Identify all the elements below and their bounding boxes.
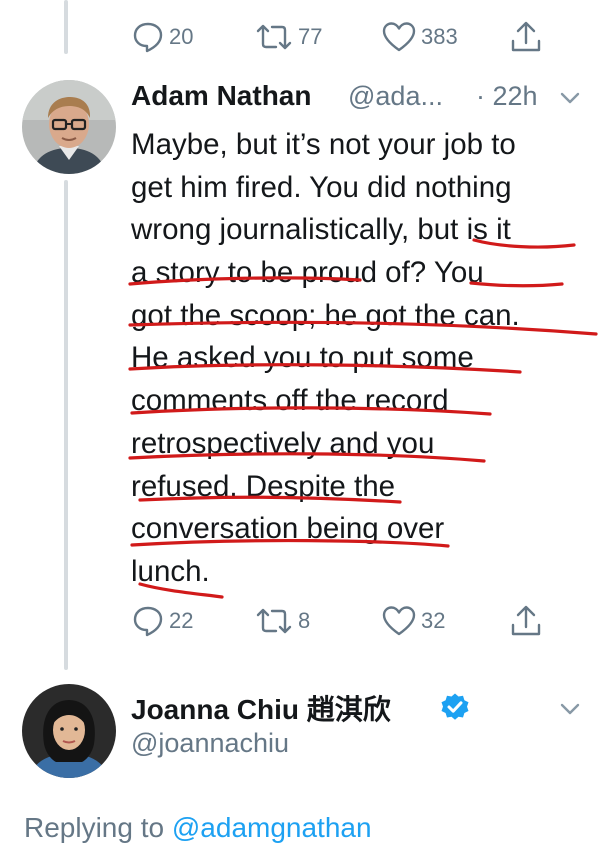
avatar-adam-nathan-image [22, 80, 116, 174]
previous-tweet-actions: 20 77 383 [131, 17, 561, 57]
share-button[interactable] [509, 601, 543, 641]
chevron-down-icon [560, 703, 580, 715]
tweet-menu-button[interactable] [558, 86, 582, 110]
reply-button[interactable]: 22 [131, 601, 193, 641]
replying-to-mention-link[interactable]: @adamgnathan [172, 812, 372, 843]
author-handle[interactable]: @joannachiu [131, 728, 289, 759]
heart-icon [382, 22, 416, 52]
tweet-text-line: lunch. [131, 554, 210, 588]
avatar[interactable] [22, 80, 116, 174]
tweet-menu-button[interactable] [558, 697, 582, 721]
tweet-text-line: got the scoop; he got the can. [131, 298, 520, 332]
reply-count: 20 [169, 24, 194, 49]
tweet-text-line: retrospectively and you [131, 426, 435, 460]
thread-line-top [64, 0, 68, 54]
reply-tweet-actions: 22 8 32 [131, 601, 561, 641]
verified-badge [440, 692, 470, 722]
retweet-count: 77 [298, 24, 323, 49]
tweet-text-line: a story to be proud of? You [131, 256, 484, 290]
retweet-button[interactable]: 77 [254, 17, 322, 57]
tweet-text-line: He asked you to put some [131, 341, 474, 375]
share-icon [511, 21, 541, 52]
reply-icon [133, 22, 163, 53]
tweet-text-line: conversation being over [131, 512, 445, 546]
retweet-icon [256, 608, 292, 634]
author-name[interactable]: Adam Nathan [131, 80, 311, 112]
like-count: 383 [421, 24, 458, 49]
thread-line-middle [64, 180, 68, 670]
like-count: 32 [421, 608, 446, 633]
heart-icon [382, 606, 416, 636]
tweet-text-line: Maybe, but it’s not your job to [131, 128, 516, 161]
retweet-icon [256, 24, 292, 50]
tweet-text-line: comments off the record [131, 384, 449, 418]
reply-button[interactable]: 20 [131, 17, 193, 57]
chevron-down-icon [560, 92, 580, 104]
tweet-text-line: get him fired. You did nothing [131, 170, 512, 204]
like-button[interactable]: 32 [381, 601, 445, 641]
tweet-text-line: refused. Despite the [131, 469, 396, 503]
reply-count: 22 [169, 608, 194, 633]
author-name[interactable]: Joanna Chiu 趙淇欣 [131, 688, 391, 728]
replying-to-line: Replying to @adamgnathan [24, 812, 372, 844]
tweet-thread-screen: 20 77 383 Adam Nathan @ada... · 22h Mayb… [0, 0, 610, 864]
replying-to-label: Replying to [24, 812, 165, 843]
retweet-count: 8 [298, 608, 311, 633]
share-icon [511, 605, 541, 636]
share-button[interactable] [509, 17, 543, 57]
avatar-joanna-chiu-image [22, 684, 116, 778]
tweet-text-line: wrong journalistically, but is it [131, 213, 511, 247]
like-button[interactable]: 383 [381, 17, 458, 57]
retweet-button[interactable]: 8 [254, 601, 310, 641]
avatar[interactable] [22, 684, 116, 778]
reply-icon [133, 606, 163, 637]
tweet-time[interactable]: · 22h [476, 81, 538, 112]
verified-badge-icon [441, 693, 469, 720]
tweet-body: Maybe, but it’s not your job to get him … [131, 124, 591, 594]
author-handle[interactable]: @ada... [348, 81, 443, 112]
